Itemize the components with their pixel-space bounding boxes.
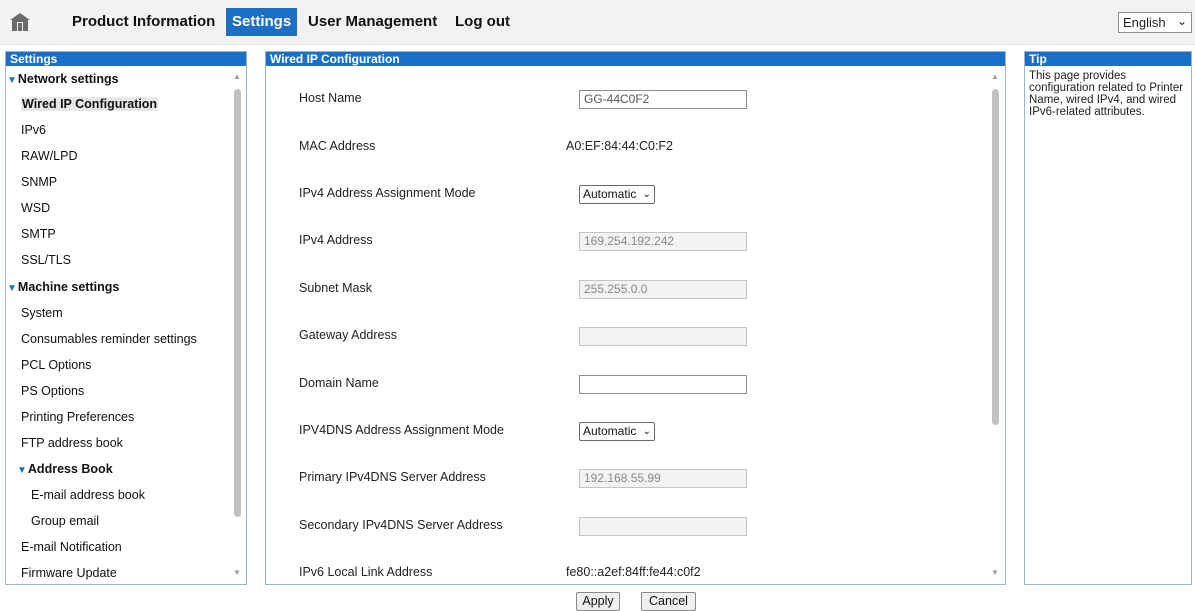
main-scrollbar[interactable]: ▲ ▼ — [990, 72, 1000, 582]
sidebar-item-email-notification[interactable]: E-mail Notification — [21, 540, 122, 554]
ipv4-mode-value: Automatic — [583, 187, 637, 201]
sidebar-title: Settings — [6, 52, 246, 66]
settings-sidebar: Settings ▼Network settings Wired IP Conf… — [5, 51, 247, 585]
chevron-down-icon: ⌄ — [642, 189, 651, 200]
domain-name-label: Domain Name — [299, 376, 379, 390]
sidebar-item-ssl-tls[interactable]: SSL/TLS — [21, 253, 71, 267]
gateway-address-label: Gateway Address — [299, 328, 397, 342]
triangle-down-icon: ▼ — [17, 465, 27, 476]
ipv4-address-label: IPv4 Address — [299, 233, 373, 247]
nav-settings[interactable]: Settings — [226, 8, 298, 36]
sidebar-item-smtp[interactable]: SMTP — [21, 227, 56, 241]
sidebar-item-snmp[interactable]: SNMP — [21, 175, 57, 189]
host-name-label: Host Name — [299, 91, 362, 105]
subnet-mask-input[interactable]: 255.255.0.0 — [579, 280, 747, 299]
nav-log-out[interactable]: Log out — [449, 8, 516, 36]
domain-name-input[interactable] — [579, 375, 747, 394]
sidebar-item-email-address-book[interactable]: E-mail address book — [31, 488, 145, 502]
sidebar-item-ipv6[interactable]: IPv6 — [21, 123, 46, 137]
dns-mode-label: IPV4DNS Address Assignment Mode — [299, 423, 504, 437]
tip-text: This page provides configuration related… — [1029, 70, 1184, 118]
language-value: English — [1123, 15, 1166, 30]
triangle-down-icon: ▼ — [7, 75, 17, 86]
tree-group-machine-settings[interactable]: ▼Machine settings — [7, 280, 119, 294]
gateway-address-input[interactable] — [579, 327, 747, 346]
home-icon[interactable] — [9, 12, 31, 32]
sidebar-item-printing-preferences[interactable]: Printing Preferences — [21, 410, 134, 424]
sidebar-item-firmware-update[interactable]: Firmware Update — [21, 566, 117, 580]
ipv6-link-label: IPv6 Local Link Address — [299, 565, 433, 579]
triangle-down-icon: ▼ — [7, 283, 17, 294]
nav-product-information[interactable]: Product Information — [66, 8, 221, 36]
sidebar-scrollbar[interactable]: ▲ ▼ — [232, 72, 242, 582]
mac-address-value: A0:EF:84:44:C0:F2 — [566, 139, 674, 153]
scroll-down-icon[interactable]: ▼ — [232, 568, 242, 578]
sidebar-item-pcl-options[interactable]: PCL Options — [21, 358, 91, 372]
scrollbar-thumb[interactable] — [234, 89, 241, 517]
secondary-dns-label: Secondary IPv4DNS Server Address — [299, 518, 503, 532]
ipv4-address-input[interactable]: 169.254.192.242 — [579, 232, 747, 251]
sidebar-item-raw-lpd[interactable]: RAW/LPD — [21, 149, 78, 163]
language-select[interactable]: English ⌄ — [1118, 12, 1192, 33]
ipv4-mode-select[interactable]: Automatic ⌄ — [579, 185, 655, 204]
host-name-input[interactable]: GG-44C0F2 — [579, 90, 747, 109]
sidebar-item-group-email[interactable]: Group email — [31, 514, 99, 528]
subnet-mask-label: Subnet Mask — [299, 281, 372, 295]
dns-mode-value: Automatic — [583, 424, 637, 438]
chevron-down-icon: ⌄ — [1176, 14, 1187, 28]
sidebar-item-ps-options[interactable]: PS Options — [21, 384, 84, 398]
scroll-up-icon[interactable]: ▲ — [232, 72, 242, 82]
sidebar-item-ftp-address-book[interactable]: FTP address book — [21, 436, 123, 450]
nav-user-management[interactable]: User Management — [302, 8, 443, 36]
main-panel-title: Wired IP Configuration — [266, 52, 1005, 66]
scroll-down-icon[interactable]: ▼ — [990, 568, 1000, 578]
sidebar-item-system[interactable]: System — [21, 306, 63, 320]
scrollbar-thumb[interactable] — [992, 89, 999, 425]
ipv4-mode-label: IPv4 Address Assignment Mode — [299, 186, 476, 200]
tree-group-address-book[interactable]: ▼Address Book — [17, 462, 113, 476]
secondary-dns-input[interactable] — [579, 517, 747, 536]
apply-button[interactable]: Apply — [576, 592, 620, 611]
cancel-button[interactable]: Cancel — [641, 592, 696, 611]
tree-group-network-settings[interactable]: ▼Network settings — [7, 72, 119, 86]
primary-dns-label: Primary IPv4DNS Server Address — [299, 470, 486, 484]
tip-title: Tip — [1025, 52, 1191, 66]
main-content-panel: Wired IP Configuration Host Name GG-44C0… — [265, 51, 1006, 585]
sidebar-item-wsd[interactable]: WSD — [21, 201, 50, 215]
ipv6-link-value: fe80::a2ef:84ff:fe44:c0f2 — [566, 565, 701, 579]
top-navigation-bar: Product Information Settings User Manage… — [0, 0, 1195, 45]
tip-panel: Tip This page provides configuration rel… — [1024, 51, 1192, 585]
sidebar-item-consumables-reminder[interactable]: Consumables reminder settings — [21, 332, 197, 346]
primary-dns-input[interactable]: 192.168.55.99 — [579, 469, 747, 488]
sidebar-item-wired-ip-configuration[interactable]: Wired IP Configuration — [21, 97, 159, 111]
chevron-down-icon: ⌄ — [642, 426, 651, 437]
dns-mode-select[interactable]: Automatic ⌄ — [579, 422, 655, 441]
scroll-up-icon[interactable]: ▲ — [990, 72, 1000, 82]
mac-address-label: MAC Address — [299, 139, 376, 153]
